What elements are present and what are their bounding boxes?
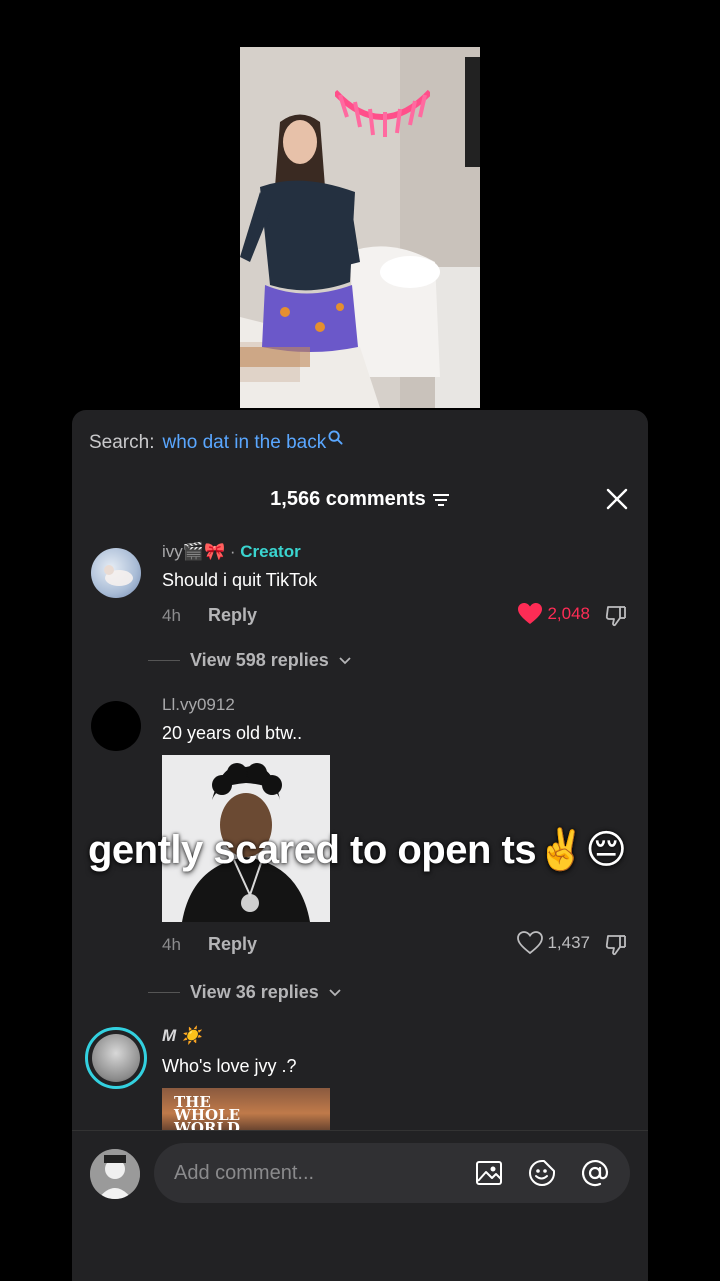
view-replies-button[interactable]: View 598 replies: [148, 650, 351, 671]
like-count: 1,437: [547, 933, 590, 952]
avatar[interactable]: [91, 701, 141, 751]
comment-username[interactable]: Ll.vy0912: [162, 695, 235, 715]
video-overlay-caption: gently scared to open ts✌️😔: [88, 828, 627, 872]
my-avatar[interactable]: [90, 1149, 140, 1199]
search-icon: [328, 429, 343, 445]
comment-username[interactable]: ivy🎬🎀 · Creator: [162, 542, 301, 562]
reply-button[interactable]: Reply: [208, 934, 257, 955]
comments-header: 1,566 comments: [72, 488, 648, 511]
chevron-down-icon: [339, 656, 351, 664]
comment-text: Who's love jvy .?: [162, 1056, 297, 1076]
sort-icon[interactable]: [432, 493, 450, 507]
like-button[interactable]: 1,437: [517, 931, 590, 955]
search-query-link[interactable]: who dat in the back: [162, 432, 326, 454]
comment-text: Should i quit TikTok: [162, 570, 318, 590]
comment-image[interactable]: THE WHOLE WORLD: [162, 1088, 330, 1130]
heart-outline-icon: [517, 931, 544, 955]
comment-text: 20 years old btw..: [162, 723, 303, 743]
search-suggestion[interactable]: Search: who dat in the back: [89, 429, 343, 454]
comment-time: 4h: [162, 935, 181, 954]
close-icon[interactable]: [604, 486, 630, 512]
avatar[interactable]: [91, 548, 141, 598]
comment-input[interactable]: Add comment...: [154, 1143, 630, 1203]
divider-line: [148, 992, 180, 993]
reply-button[interactable]: Reply: [208, 605, 257, 626]
comment-username[interactable]: M ☀️: [162, 1026, 202, 1046]
sticker-icon[interactable]: [527, 1158, 557, 1188]
comment-time: 4h: [162, 606, 181, 625]
search-label: Search:: [89, 432, 155, 453]
image-text: THE WHOLE WORLD: [174, 1093, 241, 1131]
view-replies-button[interactable]: View 36 replies: [148, 982, 341, 1003]
image-icon[interactable]: [474, 1158, 504, 1188]
comments-count: 1,566 comments: [270, 488, 426, 510]
divider-line: [148, 660, 180, 661]
garland-decoration: [335, 89, 430, 137]
creator-badge: Creator: [240, 542, 301, 561]
avatar[interactable]: [85, 1027, 147, 1089]
heart-filled-icon: [518, 603, 543, 624]
comment-input-placeholder: Add comment...: [174, 1161, 315, 1184]
like-button[interactable]: 2,048: [517, 602, 590, 626]
chevron-down-icon: [329, 988, 341, 996]
like-count: 2,048: [547, 604, 590, 623]
mention-icon[interactable]: [580, 1158, 610, 1188]
comment-composer: Add comment...: [72, 1130, 648, 1281]
video-thumbnail[interactable]: [240, 47, 480, 408]
dislike-icon[interactable]: [604, 933, 628, 957]
dislike-icon[interactable]: [604, 604, 628, 628]
